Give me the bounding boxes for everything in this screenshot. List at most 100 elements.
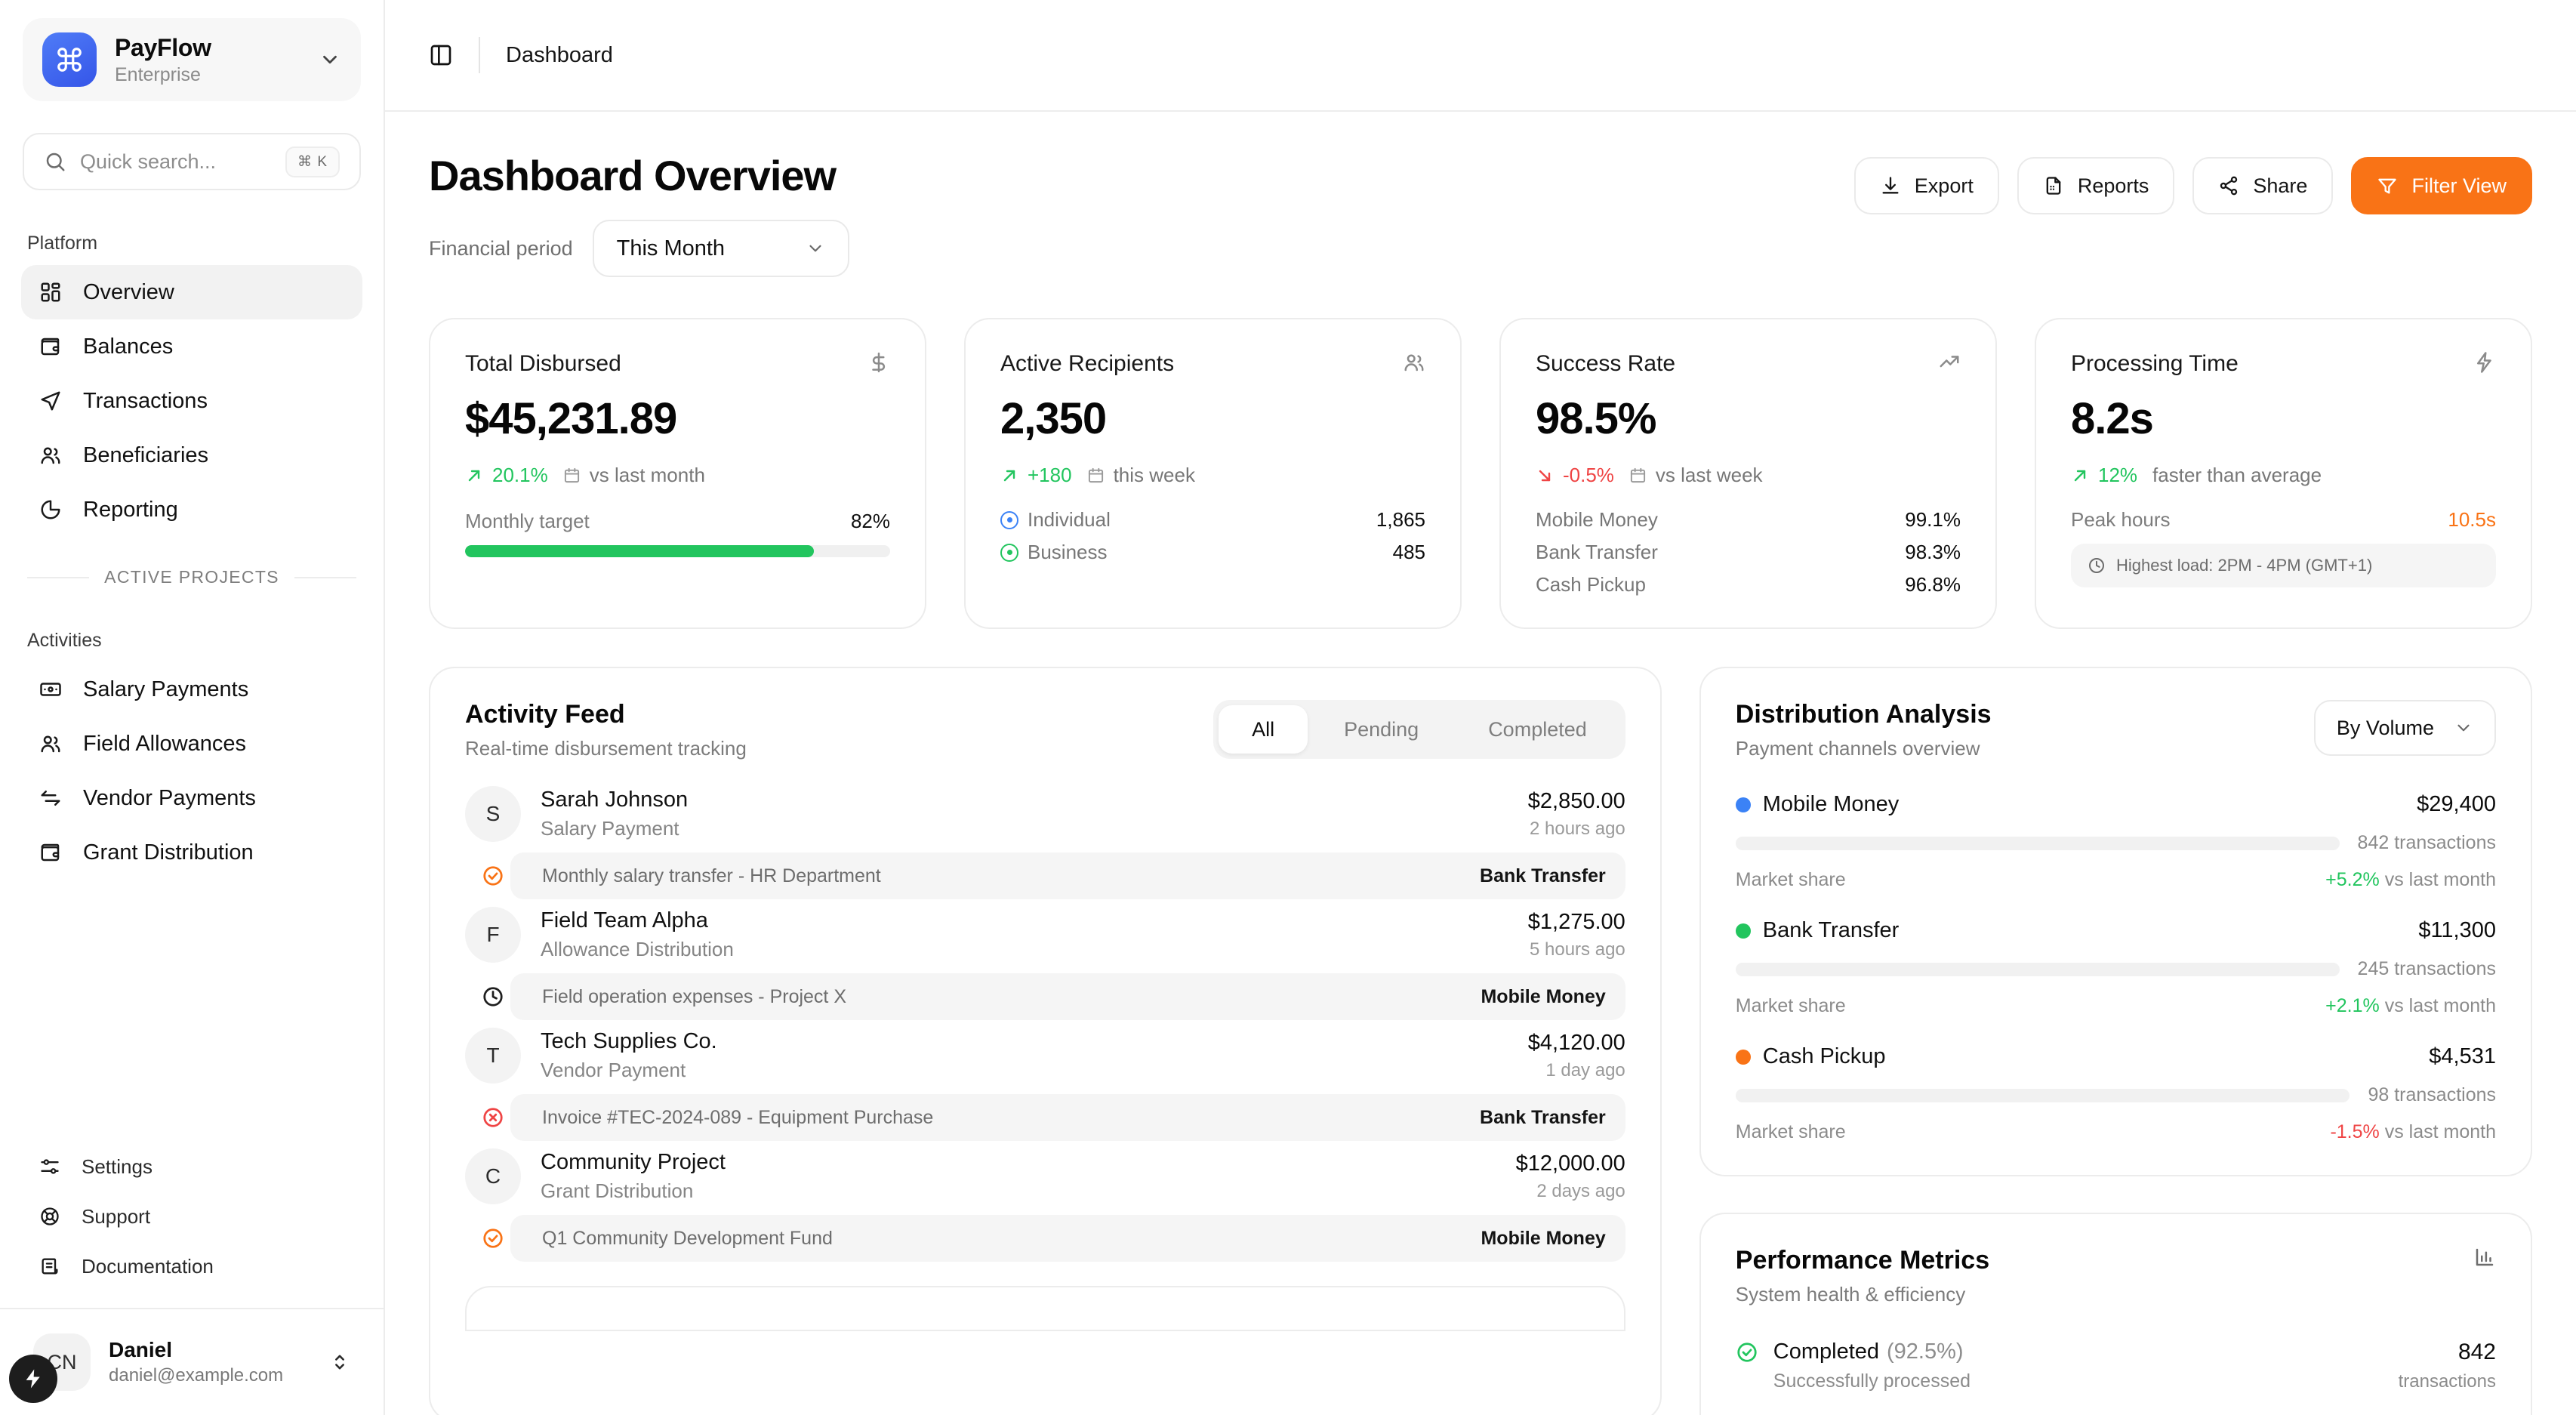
reports-button-label: Reports: [2077, 174, 2149, 197]
sidebar-section-activities: Activities: [27, 630, 102, 651]
activity-note: Field operation expenses - Project X: [542, 985, 846, 1007]
activity-channel: Bank Transfer: [1480, 865, 1606, 886]
sidebar-item-salary-payments[interactable]: Salary Payments: [21, 662, 362, 717]
channel-change-note: vs last month: [2384, 995, 2496, 1016]
activity-channel: Mobile Money: [1481, 1227, 1606, 1249]
user-email: daniel@example.com: [109, 1365, 284, 1386]
list-item[interactable]: S Sarah Johnson Salary Payment $2,850.00…: [465, 786, 1625, 899]
channel-name: Mobile Money: [1762, 792, 1900, 816]
kpi-value: 98.5%: [1536, 394, 1656, 443]
kpi-value: $45,231.89: [465, 394, 677, 443]
financial-period-select[interactable]: This Month: [592, 220, 849, 277]
kpi-card-success-rate[interactable]: Success Rate 98.5% -0.5% vs last week Mo…: [1499, 318, 1997, 629]
channel-bar-track: [1735, 1088, 2350, 1102]
filter-icon: [2377, 175, 2398, 196]
kpi-card-processing-time[interactable]: Processing Time 8.2s 12% faster than ave…: [2035, 318, 2532, 629]
channel-change-note: vs last month: [2384, 869, 2496, 890]
kpi-card-active-recipients[interactable]: Active Recipients 2,350 +180 this week I…: [964, 318, 1462, 629]
activity-feed-heading: Activity Feed Real-time disbursement tra…: [465, 700, 747, 760]
export-button[interactable]: Export: [1853, 157, 1999, 214]
performance-count: 842: [2457, 1339, 2496, 1364]
quick-action-fab[interactable]: [9, 1355, 57, 1403]
user-name: Daniel: [109, 1338, 173, 1361]
performance-heading: Performance Metrics System health & effi…: [1736, 1246, 1989, 1306]
calendar-icon: [1087, 467, 1105, 484]
activity-amount: $1,275.00: [1527, 909, 1625, 934]
export-button-label: Export: [1914, 174, 1974, 197]
activity-type: Vendor Payment: [541, 1059, 686, 1081]
kpi-delta: 12% faster than average: [2071, 464, 2496, 487]
search-placeholder: Quick search...: [80, 150, 217, 173]
progress-fill: [465, 545, 814, 557]
brand-plan: Enterprise: [115, 63, 201, 85]
sidebar-item-transactions[interactable]: Transactions: [21, 374, 362, 428]
channel-color-dot: [1735, 923, 1751, 939]
sidebar-item-grant-distribution[interactable]: Grant Distribution: [21, 825, 362, 880]
check-circle-icon: [1736, 1341, 1758, 1392]
payflow-logo-icon: [42, 32, 97, 87]
tab-completed[interactable]: Completed: [1455, 705, 1620, 754]
search-shortcut-badge: ⌘ K: [285, 146, 340, 177]
tab-all[interactable]: All: [1219, 705, 1308, 754]
breakdown-label: Cash Pickup: [1536, 573, 1646, 596]
search-input[interactable]: Quick search... ⌘ K: [23, 133, 361, 190]
status-check-circle-icon: [482, 1227, 504, 1250]
clock-icon: [2088, 556, 2106, 575]
status-x-circle-icon: [482, 1106, 504, 1129]
user-profile-switcher[interactable]: CN Daniel daniel@example.com: [0, 1309, 384, 1415]
list-item[interactable]: C Community Project Grant Distribution $…: [465, 1148, 1625, 1262]
kpi-delta-value: 12%: [2098, 464, 2138, 486]
divider-line-right: [294, 576, 356, 578]
peak-note-text: Highest load: 2PM - 4PM (GMT+1): [2116, 556, 2373, 575]
activity-time: 5 hours ago: [1530, 939, 1625, 960]
breakdown-row: Bank Transfer 98.3%: [1536, 541, 1961, 564]
list-item[interactable]: F Field Team Alpha Allowance Distributio…: [465, 907, 1625, 1020]
sidebar-item-support[interactable]: Support: [21, 1191, 362, 1241]
file-icon: [2043, 175, 2064, 196]
breakdown-label: Bank Transfer: [1536, 541, 1658, 563]
breakdown-row: Business 485: [1000, 541, 1425, 564]
channel-transactions: 98 transactions: [2368, 1084, 2496, 1105]
topbar-divider: [479, 37, 480, 73]
sidebar-item-label: Vendor Payments: [83, 785, 256, 810]
divider-line-left: [27, 576, 90, 578]
sidebar-item-settings[interactable]: Settings: [21, 1142, 362, 1191]
kpi-delta-note: this week: [1113, 464, 1195, 486]
breakdown-row: Cash Pickup 96.8%: [1536, 573, 1961, 597]
status-clock-icon: [482, 985, 504, 1008]
breakdown-value: 1,865: [1376, 508, 1425, 531]
breakdown-value: 485: [1392, 541, 1425, 563]
kpi-delta: +180 this week: [1000, 464, 1425, 487]
list-item[interactable]: T Tech Supplies Co. Vendor Payment $4,12…: [465, 1028, 1625, 1141]
sidebar-nav-utility: Settings Support Documentation: [0, 1142, 384, 1291]
financial-period-row: Financial period This Month: [429, 220, 849, 277]
sidebar-item-vendor-payments[interactable]: Vendor Payments: [21, 771, 362, 825]
kpi-card-total-disbursed[interactable]: Total Disbursed $45,231.89 20.1% vs last…: [429, 318, 926, 629]
sidebar-item-documentation[interactable]: Documentation: [21, 1241, 362, 1291]
sidebar-item-field-allowances[interactable]: Field Allowances: [21, 717, 362, 771]
share-button[interactable]: Share: [2192, 157, 2334, 214]
progress-label: Monthly target: [465, 510, 590, 532]
sidebar-item-reporting[interactable]: Reporting: [21, 482, 362, 537]
distribution-subtitle: Payment channels overview: [1735, 737, 1980, 760]
performance-name: Completed: [1773, 1339, 1880, 1364]
tab-pending[interactable]: Pending: [1311, 705, 1452, 754]
sidebar-item-overview[interactable]: Overview: [21, 265, 362, 319]
distribution-analysis-card: Distribution Analysis Payment channels o…: [1699, 667, 2532, 1176]
sidebar-item-beneficiaries[interactable]: Beneficiaries: [21, 428, 362, 482]
distribution-mode-value: By Volume: [2336, 716, 2434, 739]
progress-track: [465, 545, 890, 557]
sidebar-toggle-icon[interactable]: [429, 43, 453, 67]
kpi-label: Total Disbursed: [465, 351, 621, 376]
activity-feed-tabs: All Pending Completed: [1213, 700, 1625, 759]
breakdown-label: Individual: [1028, 508, 1111, 531]
pie-chart-icon: [38, 497, 63, 523]
filter-view-button[interactable]: Filter View: [2351, 157, 2532, 214]
avatar: C: [465, 1148, 521, 1204]
performance-row-completed: Completed (92.5%) Successfully processed …: [1736, 1339, 2496, 1392]
workspace-switcher[interactable]: PayFlow Enterprise: [23, 18, 361, 101]
filter-view-button-label: Filter View: [2411, 174, 2507, 197]
reports-button[interactable]: Reports: [2017, 157, 2175, 214]
sidebar-item-balances[interactable]: Balances: [21, 319, 362, 374]
distribution-mode-select[interactable]: By Volume: [2313, 700, 2496, 756]
